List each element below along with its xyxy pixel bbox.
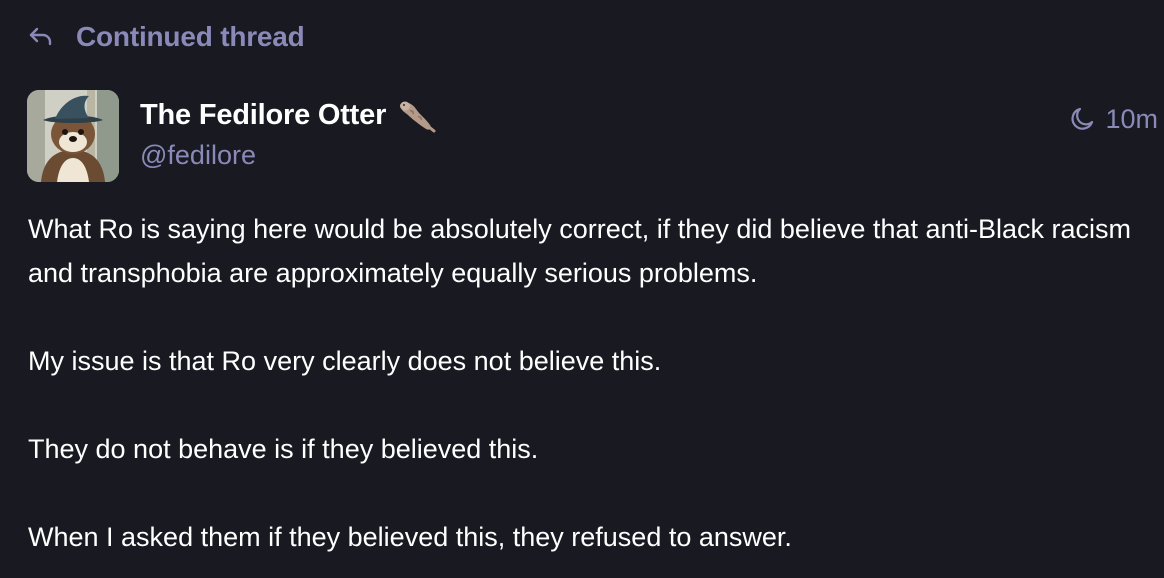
otter-emoji-icon: [396, 97, 436, 133]
post-paragraph: They do not behave is if they believed t…: [28, 434, 539, 464]
reply-arrow-icon: [28, 26, 54, 48]
post-meta: 10m: [1069, 100, 1158, 138]
post-content: What Ro is saying here would be absolute…: [28, 207, 1158, 559]
author-display-name[interactable]: The Fedilore Otter: [140, 96, 436, 134]
post-paragraph: My issue is that Ro very clearly does no…: [28, 346, 662, 376]
continued-thread-label: Continued thread: [76, 21, 305, 52]
moon-icon: [1069, 106, 1095, 132]
continued-thread-link[interactable]: Continued thread: [28, 18, 305, 56]
avatar[interactable]: [27, 90, 119, 182]
author-name-text: The Fedilore Otter: [140, 98, 387, 131]
post-paragraph: What Ro is saying here would be absolute…: [28, 214, 1132, 288]
post-timestamp[interactable]: 10m: [1105, 104, 1158, 135]
post-paragraph: When I asked them if they believed this,…: [28, 522, 792, 552]
author-handle[interactable]: @fedilore: [140, 140, 256, 171]
